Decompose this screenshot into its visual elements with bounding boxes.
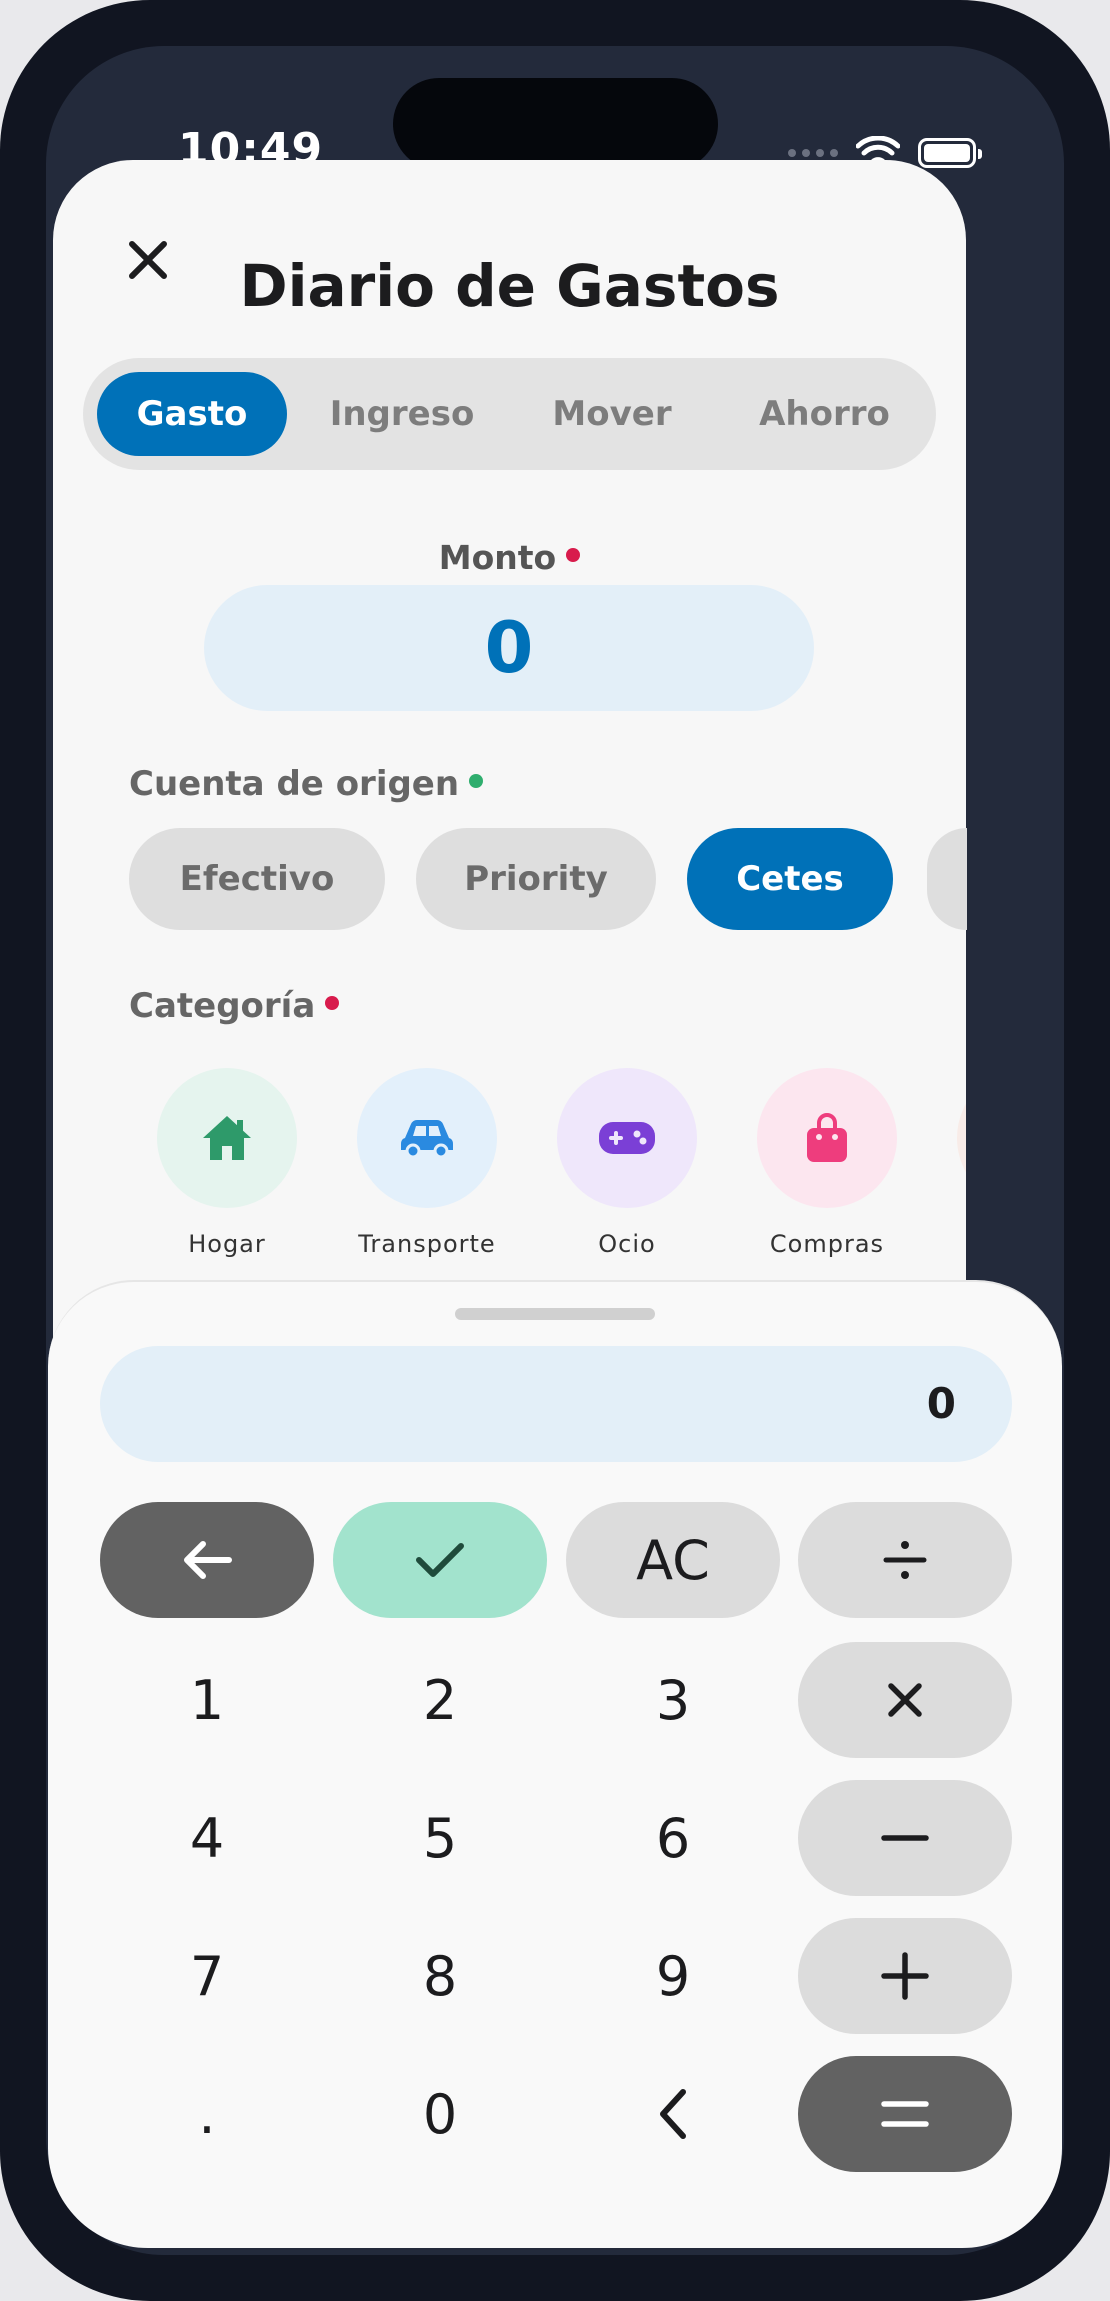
type-tabs: Gasto Ingreso Mover Ahorro — [83, 358, 936, 470]
key-4[interactable]: 4 — [100, 1780, 314, 1896]
clear-all-button[interactable]: AC — [566, 1502, 780, 1618]
key-9[interactable]: 9 — [566, 1918, 780, 2034]
home-icon — [203, 1116, 251, 1160]
equals-button[interactable] — [798, 2056, 1012, 2172]
dynamic-island — [393, 78, 718, 170]
confirm-button[interactable] — [333, 1502, 547, 1618]
delete-digit-button[interactable] — [566, 2056, 780, 2172]
minus-icon — [881, 1835, 929, 1841]
key-decimal[interactable]: . — [100, 2056, 314, 2172]
key-1[interactable]: 1 — [100, 1642, 314, 1758]
category-hogar[interactable]: Hogar — [129, 1068, 325, 1258]
multiply-button[interactable] — [798, 1642, 1012, 1758]
category-name: Ocio — [598, 1230, 656, 1258]
amount-label-row: Monto — [53, 538, 966, 577]
required-dot — [325, 995, 340, 1010]
account-chip-priority[interactable]: Priority — [416, 828, 656, 930]
signal-dots-icon — [788, 149, 838, 157]
key-2[interactable]: 2 — [333, 1642, 547, 1758]
account-label-row: Cuenta de origen — [129, 764, 484, 804]
category-label: Categoría — [129, 986, 316, 1026]
category-name: Transporte — [358, 1230, 496, 1258]
amount-input[interactable]: 0 — [204, 585, 814, 711]
backspace-button[interactable] — [100, 1502, 314, 1618]
expense-sheet: Diario de Gastos Gasto Ingreso Mover Aho… — [53, 160, 967, 1360]
account-chip-efectivo[interactable]: Efectivo — [129, 828, 385, 930]
category-partial[interactable]: Pr — [929, 1068, 966, 1258]
category-compras[interactable]: Compras — [729, 1068, 925, 1258]
account-chip-cetes[interactable]: Cetes — [687, 828, 893, 930]
chevron-left-icon — [660, 2089, 686, 2139]
category-icon-wrap — [557, 1068, 697, 1208]
divide-button[interactable] — [798, 1502, 1012, 1618]
key-3[interactable]: 3 — [566, 1642, 780, 1758]
tab-gasto[interactable]: Gasto — [97, 372, 287, 456]
key-0[interactable]: 0 — [333, 2056, 547, 2172]
category-icon-wrap — [757, 1068, 897, 1208]
sheet-grabber[interactable] — [455, 1308, 655, 1320]
category-name: Pr — [929, 1230, 966, 1258]
calculator-keypad: 0 AC 1 2 3 4 5 6 7 8 9 . 0 — [48, 1280, 1062, 2248]
account-label: Cuenta de origen — [129, 764, 460, 804]
category-icon-wrap — [157, 1068, 297, 1208]
category-name: Hogar — [188, 1230, 266, 1258]
arrow-left-icon — [184, 1541, 232, 1579]
shopping-bag-icon — [807, 1113, 847, 1162]
category-name: Compras — [769, 1230, 885, 1258]
key-8[interactable]: 8 — [333, 1918, 547, 2034]
category-icon — [957, 1068, 966, 1208]
equals-icon — [881, 2101, 929, 2127]
car-icon — [401, 1120, 453, 1159]
tab-ahorro[interactable]: Ahorro — [727, 372, 922, 456]
required-dot — [566, 547, 581, 562]
tab-mover[interactable]: Mover — [517, 372, 707, 456]
battery-icon — [918, 138, 982, 168]
calculator-display: 0 — [100, 1346, 1012, 1462]
valid-dot — [469, 773, 484, 788]
add-button[interactable] — [798, 1918, 1012, 2034]
multiply-icon — [888, 1683, 922, 1717]
account-chips: Efectivo Priority Cetes — [129, 828, 894, 932]
gamepad-icon — [599, 1122, 655, 1154]
check-icon — [416, 1543, 464, 1577]
category-transporte[interactable]: Transporte — [329, 1068, 525, 1258]
category-icon-wrap — [357, 1068, 497, 1208]
phone-frame: 10:49 Diario de Gastos Gasto Ingreso Mov… — [0, 0, 1110, 2301]
category-list: Hogar Transporte Ocio Compras — [129, 1068, 966, 1298]
key-7[interactable]: 7 — [100, 1918, 314, 2034]
category-label-row: Categoría — [129, 986, 340, 1026]
amount-label: Monto — [438, 538, 557, 577]
key-6[interactable]: 6 — [566, 1780, 780, 1896]
tab-ingreso[interactable]: Ingreso — [307, 372, 497, 456]
account-chip-partial[interactable] — [927, 828, 967, 930]
page-title: Diario de Gastos — [239, 252, 780, 320]
divide-icon — [883, 1541, 927, 1579]
category-ocio[interactable]: Ocio — [529, 1068, 725, 1258]
subtract-button[interactable] — [798, 1780, 1012, 1896]
key-5[interactable]: 5 — [333, 1780, 547, 1896]
plus-icon — [881, 1952, 929, 2000]
